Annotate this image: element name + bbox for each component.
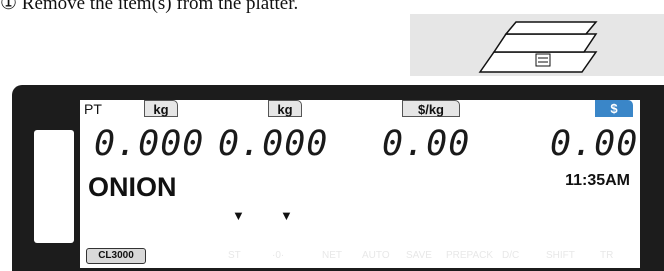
lcd-topbar: PT kg kg $/kg $ <box>80 100 640 118</box>
indicator-auto: AUTO <box>362 250 390 261</box>
model-badge: CL3000 <box>86 248 146 264</box>
indicator-net: NET <box>322 250 342 261</box>
item-name: ONION <box>88 172 177 202</box>
side-window <box>34 130 74 243</box>
scale-illustration <box>410 14 664 76</box>
scale-display: PT kg kg $/kg $ 0.000 0.000 0.00 0.00 ON… <box>12 85 664 271</box>
unit-price-label: $/kg <box>402 100 460 117</box>
unit-price-readout: 0.00 <box>382 124 471 164</box>
indicator-st: ST <box>228 250 241 261</box>
instruction-text: ① Remove the item(s) from the platter. <box>0 0 299 14</box>
weight-unit-label: kg <box>268 100 302 117</box>
indicator-tr: TR <box>600 250 614 261</box>
total-price-label: $ <box>595 100 633 117</box>
total-price-readout: 0.00 <box>550 124 639 164</box>
indicator-dc: D/C <box>502 250 520 261</box>
indicator-prepack: PREPACK <box>446 250 494 261</box>
tare-unit-label: kg <box>144 100 178 117</box>
indicator-save: SAVE <box>406 250 432 261</box>
tare-readout: 0.000 <box>94 124 205 164</box>
indicator-zero: ·0· <box>272 250 285 261</box>
pt-label: PT <box>84 101 102 117</box>
stable-marker-icon: ▼ <box>232 208 245 223</box>
zero-marker-icon: ▼ <box>280 208 293 223</box>
clock-time: 11:35AM <box>565 172 630 189</box>
indicator-shift: SHIFT <box>546 250 575 261</box>
status-bar: CL3000 ST ·0· NET AUTO SAVE PREPACK D/C … <box>80 242 640 268</box>
weight-readout: 0.000 <box>218 124 329 164</box>
